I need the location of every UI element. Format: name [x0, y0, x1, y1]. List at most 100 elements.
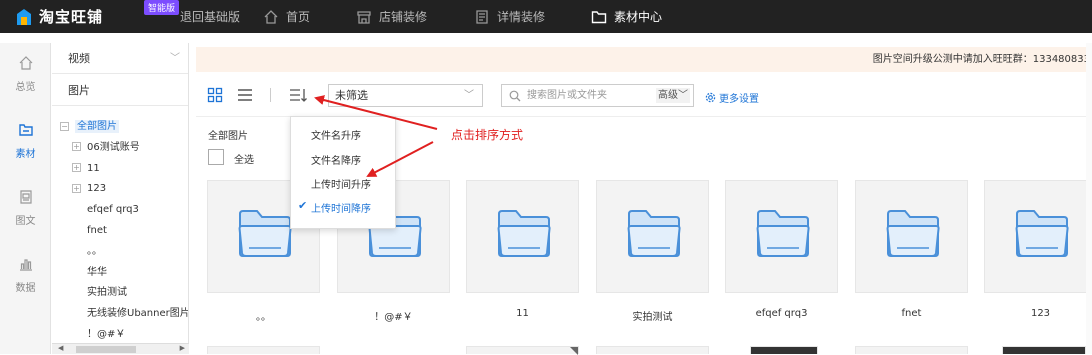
nav-label: 首页 — [286, 10, 311, 24]
rail-item-overview[interactable]: 总览 — [0, 55, 51, 93]
expand-toggle[interactable]: + — [72, 183, 81, 193]
sort-icon[interactable] — [289, 87, 307, 103]
sort-option-time-desc[interactable]: ✔ 上传时间降序 — [291, 199, 395, 215]
tree-item[interactable]: efqef qrq3 — [52, 200, 188, 221]
nav-material-center[interactable]: 素材中心 — [591, 0, 662, 33]
image-card[interactable] — [1002, 346, 1086, 354]
folder-label: efqef qrq3 — [755, 308, 808, 319]
tree-item-label: fnet — [87, 224, 107, 236]
section-label: 图片 — [68, 84, 90, 97]
folder-label: 。。 — [256, 312, 271, 323]
chevron-down-icon: ﹀ — [464, 90, 474, 101]
tree-item-label: 123 — [87, 183, 107, 195]
tree-item-label: 无线装修Ubanner图片 — [87, 308, 188, 320]
tree-item[interactable]: 无线装修Ubanner图片 — [52, 304, 188, 325]
folder-card[interactable] — [855, 180, 968, 293]
tree-item-label: 华华 — [87, 266, 107, 278]
folder-tree-panel: 视频 ﹀ 图片 − 全部图片 +06测试账号 +11 +123 efqef qrq… — [52, 43, 189, 354]
sort-option-label: 上传时间降序 — [311, 204, 371, 215]
rail-label: 素材 — [15, 149, 36, 160]
tree-item-label: 06测试账号 — [87, 141, 140, 153]
folder-card[interactable] — [466, 180, 579, 293]
folder-tree-list: − 全部图片 +06测试账号 +11 +123 efqef qrq3 fnet 。… — [52, 117, 188, 346]
list-view-icon[interactable] — [237, 87, 253, 103]
toolbar-separator — [270, 88, 271, 102]
section-images[interactable]: 图片 — [52, 75, 188, 106]
tree-item[interactable]: 。。 — [52, 242, 188, 263]
tree-item[interactable]: 实拍测试 — [52, 283, 188, 304]
folder-card[interactable] — [596, 180, 709, 293]
folder-card[interactable] — [725, 180, 838, 293]
image-card[interactable] — [596, 346, 709, 354]
filter-select[interactable]: 未筛选 ﹀ — [328, 84, 483, 107]
home-icon — [19, 56, 32, 70]
image-card[interactable] — [855, 346, 968, 354]
folder-label: ！@#￥ — [374, 312, 413, 323]
rail-label: 数据 — [15, 283, 36, 294]
select-all-label: 全选 — [234, 155, 254, 166]
top-nav-bar: 淘宝旺铺 智能版 退回基础版 首页 店铺装修 详情装修 素材中心 — [0, 0, 1092, 33]
sort-option-label: 上传时间升序 — [311, 180, 371, 191]
image-card[interactable] — [466, 346, 579, 355]
folder-icon — [1015, 210, 1069, 257]
nav-back-to-basic[interactable]: 退回基础版 — [180, 0, 240, 33]
tree-item-label: 。。 — [87, 245, 102, 257]
rail-item-data[interactable]: 数据 — [0, 256, 51, 294]
folder-icon — [886, 210, 940, 257]
scrollbar-thumb[interactable] — [76, 346, 136, 353]
sort-option-time-asc[interactable]: 上传时间升序 — [291, 176, 395, 191]
more-settings-link[interactable]: 更多设置 — [705, 90, 759, 105]
folder-icon — [591, 10, 607, 23]
tree-item-label: 实拍测试 — [87, 287, 127, 299]
tree-horizontal-scrollbar[interactable]: ◀ ▶ — [52, 343, 189, 354]
tree-item[interactable]: +123 — [52, 179, 188, 200]
sort-menu: 文件名升序 文件名降序 上传时间升序 ✔ 上传时间降序 — [290, 116, 396, 229]
collapse-toggle[interactable]: − — [60, 121, 69, 131]
expand-toggle[interactable]: + — [72, 142, 81, 152]
chevron-down-icon[interactable]: ﹀ — [170, 43, 180, 74]
image-card[interactable] — [750, 346, 818, 354]
image-card[interactable] — [207, 346, 320, 354]
tree-item[interactable]: 华华 — [52, 263, 188, 284]
chevron-down-icon: ﹀ — [678, 90, 688, 101]
search-box[interactable]: 搜索图片或文件夹 高级﹀ — [501, 84, 694, 107]
materials-icon — [18, 124, 33, 136]
folder-label: 实拍测试 — [632, 312, 673, 323]
folder-card[interactable] — [984, 180, 1092, 293]
section-label: 视频 — [68, 52, 90, 65]
sort-option-name-desc[interactable]: 文件名降序 — [291, 152, 395, 167]
section-video[interactable]: 视频 ﹀ — [52, 43, 188, 74]
select-all-checkbox[interactable] — [208, 149, 224, 165]
search-icon — [509, 90, 521, 102]
bar-chart-icon — [19, 259, 32, 271]
nav-detail-decoration[interactable]: 详情装修 — [474, 0, 545, 33]
tree-item[interactable]: +06测试账号 — [52, 138, 188, 159]
rail-item-image-text[interactable]: 图文 — [0, 189, 51, 227]
nav-label: 详情装修 — [497, 10, 546, 24]
tree-item[interactable]: +11 — [52, 159, 188, 180]
main-vertical-scrollbar[interactable] — [1086, 43, 1092, 354]
scroll-left-arrow-icon[interactable]: ◀ — [58, 344, 63, 352]
rail-label: 总览 — [15, 82, 36, 93]
tree-item[interactable]: fnet — [52, 221, 188, 242]
store-icon — [357, 10, 371, 24]
rail-item-materials[interactable]: 素材 — [0, 122, 51, 160]
breadcrumb[interactable]: 全部图片 — [208, 127, 248, 142]
sort-option-name-asc[interactable]: 文件名升序 — [291, 127, 395, 142]
folder-icon — [238, 210, 292, 257]
folder-icon — [497, 210, 551, 257]
rail-label: 图文 — [15, 216, 36, 227]
advanced-label: 高级 — [658, 90, 678, 101]
search-input[interactable]: 搜索图片或文件夹 — [527, 85, 607, 106]
folder-icon — [627, 210, 681, 257]
nav-home[interactable]: 首页 — [263, 0, 310, 33]
folder-label: fnet — [901, 308, 922, 319]
logo[interactable]: 淘宝旺铺 智能版 — [14, 0, 180, 27]
advanced-search-button[interactable]: 高级﹀ — [656, 88, 690, 103]
expand-toggle[interactable]: + — [72, 163, 81, 173]
tree-item-all-images[interactable]: − 全部图片 — [52, 117, 188, 138]
scroll-right-arrow-icon[interactable]: ▶ — [180, 344, 185, 352]
grid-view-icon[interactable] — [207, 87, 223, 103]
nav-label: 店铺装修 — [379, 10, 428, 24]
nav-store-decoration[interactable]: 店铺装修 — [356, 0, 427, 33]
